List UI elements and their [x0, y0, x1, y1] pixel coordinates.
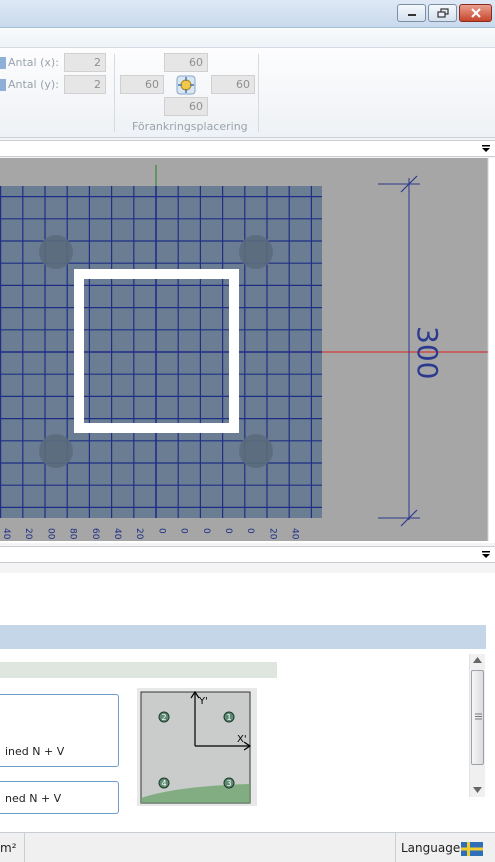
status-unit: m²	[0, 841, 17, 855]
grip-icon	[475, 713, 482, 720]
combined-load-label-1: ined N + V	[5, 745, 65, 758]
placement-group-label: Förankringsplacering	[132, 120, 248, 133]
dropdown-arrow-icon[interactable]	[481, 550, 491, 560]
scroll-up-icon[interactable]	[473, 657, 482, 663]
antal-y-label: Antal (y):	[8, 78, 59, 91]
preview-anchor: 3	[223, 777, 235, 789]
axis-tick-label: 0	[223, 528, 233, 534]
section-subheader-bar	[0, 662, 277, 678]
preview-anchor: 1	[223, 711, 235, 723]
placement-bottom-input[interactable]: 60	[164, 97, 208, 116]
scroll-down-icon[interactable]	[473, 787, 482, 793]
axis-tick-label: 40	[112, 528, 122, 540]
axis-tick-label: 0	[156, 528, 166, 534]
results-header-strip	[0, 546, 495, 563]
anchor-bolt[interactable]	[239, 235, 273, 269]
preview-anchor: 4	[158, 777, 170, 789]
axis-tick-label: 40	[1, 528, 11, 540]
anchor-bolt[interactable]	[39, 434, 73, 468]
svg-text:1: 1	[226, 713, 231, 722]
axis-tick-label: 0	[179, 528, 189, 534]
scrollbar-thumb[interactable]	[471, 670, 484, 765]
anchor-placement-icon[interactable]	[176, 75, 196, 95]
antal-x-label: Antal (x):	[8, 56, 59, 69]
combined-load-button-2[interactable]: ned N + V	[0, 781, 119, 814]
svg-text:2: 2	[161, 713, 166, 722]
antal-x-icon	[0, 57, 6, 69]
vertical-scrollbar[interactable]	[469, 654, 485, 797]
drawing-canvas[interactable]: 300 40 20 00 80 60 40 20 0 0 0 0 0 20 40	[0, 158, 495, 543]
restore-icon	[436, 8, 449, 18]
ribbon-separator	[114, 54, 115, 132]
axis-tick-label: 60	[90, 528, 100, 540]
section-header-bar	[0, 625, 486, 649]
status-bar: m² Language:	[0, 832, 495, 862]
minimize-button[interactable]	[397, 4, 426, 22]
menu-strip	[0, 28, 495, 48]
dropdown-arrow-icon[interactable]	[481, 144, 491, 154]
preview-x-label: X'	[237, 734, 247, 745]
preview-anchor: 2	[158, 711, 170, 723]
axis-tick-label: 20	[267, 528, 277, 540]
results-panel: ined N + V ned N + V Y' X' 2 1 4 3	[0, 573, 495, 833]
placement-left-input[interactable]: 60	[120, 75, 164, 94]
axis-tick-label: 0	[245, 528, 255, 534]
svg-text:4: 4	[161, 779, 166, 788]
close-icon	[470, 8, 481, 18]
base-plate-drawing[interactable]: 300 40 20 00 80 60 40 20 0 0 0 0 0 20 40	[0, 158, 495, 543]
status-separator	[395, 833, 396, 862]
swedish-flag-icon[interactable]	[461, 842, 483, 856]
dimension-label: 300	[411, 326, 444, 379]
anchor-bolt[interactable]	[39, 235, 73, 269]
placement-top-input[interactable]: 60	[164, 53, 208, 72]
axis-tick-label: 80	[68, 528, 78, 540]
placement-right-input[interactable]: 60	[211, 75, 255, 94]
close-button[interactable]	[459, 4, 492, 22]
anchor-bolt[interactable]	[239, 434, 273, 468]
anchor-layout-preview: Y' X' 2 1 4 3	[137, 688, 257, 806]
minimize-icon	[407, 14, 416, 16]
axis-tick-label: 40	[290, 528, 300, 540]
combined-load-button-1[interactable]: ined N + V	[0, 694, 119, 767]
antal-y-input[interactable]: 2	[64, 75, 106, 94]
svg-text:3: 3	[226, 779, 231, 788]
axis-tick-label: 0	[201, 528, 211, 534]
window-title-bar	[0, 0, 495, 28]
axis-tick-label: 20	[23, 528, 33, 540]
preview-y-label: Y'	[198, 696, 208, 707]
restore-button[interactable]	[428, 4, 457, 22]
antal-x-input[interactable]: 2	[64, 53, 106, 72]
combined-load-label-2: ned N + V	[5, 792, 62, 805]
antal-y-icon	[0, 79, 6, 91]
axis-tick-label: 20	[134, 528, 144, 540]
axis-tick-label: 00	[45, 528, 55, 540]
language-label: Language:	[401, 841, 465, 855]
canvas-header-strip	[0, 140, 495, 157]
status-separator	[24, 833, 25, 862]
ribbon-separator	[258, 54, 259, 132]
